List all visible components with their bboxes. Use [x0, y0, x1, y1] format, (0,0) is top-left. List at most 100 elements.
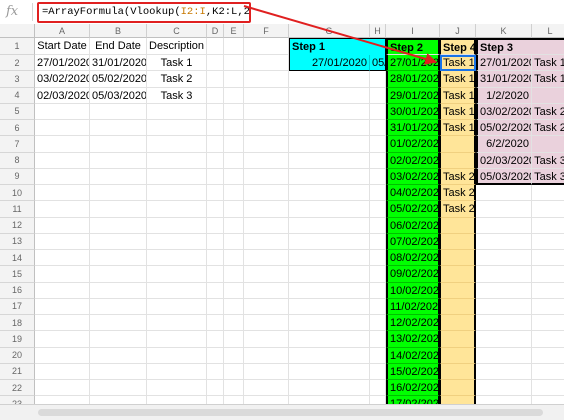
grid-cell[interactable] [90, 298, 147, 315]
row-header-18[interactable]: 18 [0, 315, 35, 332]
grid-cell[interactable] [532, 364, 564, 380]
step3-date[interactable]: 27/01/2020 [476, 55, 532, 72]
step4-result[interactable] [440, 331, 476, 348]
step3-task[interactable] [532, 136, 564, 153]
grid-cell[interactable] [224, 380, 244, 397]
grid-cell[interactable] [90, 315, 147, 332]
grid-cell[interactable] [476, 363, 532, 380]
row-header-17[interactable]: 17 [0, 298, 35, 315]
grid-cell[interactable] [532, 234, 564, 250]
row-header-20[interactable]: 20 [0, 347, 35, 364]
grid-cell[interactable] [35, 380, 90, 397]
input-end-date[interactable]: 31/01/2020 [90, 55, 147, 72]
grid-cell[interactable] [370, 266, 386, 283]
grid-cell[interactable] [207, 38, 224, 55]
step2-date[interactable]: 01/02/2020 [386, 136, 440, 153]
grid-cell[interactable] [244, 71, 289, 88]
column-header-c[interactable]: C [147, 24, 207, 38]
grid-cell[interactable] [224, 185, 244, 202]
column-header-i[interactable]: I [386, 24, 440, 38]
row-header-12[interactable]: 12 [0, 217, 35, 234]
grid-cell[interactable] [147, 250, 207, 267]
input-description[interactable]: Task 1 [147, 55, 207, 72]
grid-cell[interactable] [289, 87, 370, 104]
row-header-22[interactable]: 22 [0, 380, 35, 397]
grid-cell[interactable] [370, 298, 386, 315]
grid-cell[interactable] [147, 136, 207, 153]
select-all-corner[interactable] [0, 24, 35, 38]
grid-cell[interactable] [35, 298, 90, 315]
grid-cell[interactable] [207, 217, 224, 234]
grid-cell[interactable] [90, 168, 147, 185]
grid-cell[interactable] [224, 71, 244, 88]
grid-cell[interactable] [147, 331, 207, 348]
grid-cell[interactable] [370, 136, 386, 153]
column-header-h[interactable]: H [370, 24, 386, 38]
grid-cell[interactable] [147, 120, 207, 137]
grid-cell[interactable] [90, 233, 147, 250]
step2-date[interactable]: 29/01/2020 [386, 87, 440, 104]
row-header-7[interactable]: 7 [0, 136, 35, 153]
input-description[interactable]: Task 3 [147, 87, 207, 104]
grid-cell[interactable] [90, 347, 147, 364]
step1-title[interactable]: Step 1 [289, 38, 386, 55]
grid-cell[interactable] [289, 201, 370, 218]
step2-date[interactable]: 10/02/2020 [386, 282, 440, 299]
grid-cell[interactable] [147, 380, 207, 397]
grid-cell[interactable] [289, 282, 370, 299]
grid-cell[interactable] [207, 347, 224, 364]
grid-cell[interactable] [147, 217, 207, 234]
row-header-16[interactable]: 16 [0, 282, 35, 299]
grid-cell[interactable] [370, 217, 386, 234]
grid-cell[interactable] [370, 87, 386, 104]
grid-cell[interactable] [289, 315, 370, 332]
row-header-5[interactable]: 5 [0, 103, 35, 120]
grid-cell[interactable] [476, 250, 532, 267]
grid-cell[interactable] [476, 233, 532, 250]
grid-cell[interactable] [289, 168, 370, 185]
grid-cell[interactable] [244, 331, 289, 348]
grid-cell[interactable] [289, 331, 370, 348]
step2-date[interactable]: 09/02/2020 [386, 266, 440, 283]
step4-result[interactable]: Task 1 [440, 87, 476, 104]
grid-cell[interactable] [35, 217, 90, 234]
step3-task[interactable]: Task 3 [532, 152, 564, 169]
grid-cell[interactable] [244, 185, 289, 202]
grid-cell[interactable] [244, 152, 289, 169]
grid-cell[interactable] [532, 185, 564, 202]
grid-cell[interactable] [224, 201, 244, 218]
step4-result[interactable] [440, 315, 476, 332]
grid-cell[interactable] [35, 120, 90, 137]
grid-cell[interactable] [90, 363, 147, 380]
grid-cell[interactable] [289, 347, 370, 364]
formula-input[interactable]: =ArrayFormula(Vlookup(I2:I,K2:L,2,1)) [37, 2, 251, 23]
grid-cell[interactable] [90, 103, 147, 120]
grid-cell[interactable] [224, 38, 244, 55]
grid-cell[interactable] [289, 71, 370, 88]
grid-cell[interactable] [224, 250, 244, 267]
step3-task[interactable]: Task 2 [532, 103, 564, 120]
step4-result[interactable] [440, 217, 476, 234]
step3-date[interactable]: 05/03/2020 [476, 168, 532, 185]
grid-cell[interactable] [207, 331, 224, 348]
step3-task[interactable]: Task 1 [532, 71, 564, 88]
step1-start-date[interactable]: 27/01/2020 [289, 55, 370, 72]
header-cell[interactable]: Start Date [35, 38, 90, 55]
step4-result-selected[interactable]: Task 1 [440, 55, 476, 72]
step4-title[interactable]: Step 4 [440, 38, 476, 55]
grid-cell[interactable] [35, 103, 90, 120]
grid-cell[interactable] [147, 233, 207, 250]
grid-cell[interactable] [207, 298, 224, 315]
grid-cell[interactable] [370, 201, 386, 218]
grid-cell[interactable] [370, 103, 386, 120]
grid-cell[interactable] [289, 266, 370, 283]
step4-result[interactable] [440, 266, 476, 283]
column-header-f[interactable]: F [244, 24, 289, 38]
step3-date[interactable]: 02/03/2020 [476, 152, 532, 169]
grid-cell[interactable] [244, 363, 289, 380]
grid-cell[interactable] [35, 250, 90, 267]
grid-cell[interactable] [476, 380, 532, 397]
step2-date[interactable]: 12/02/2020 [386, 315, 440, 332]
row-header-11[interactable]: 11 [0, 201, 35, 218]
grid-cell[interactable] [35, 363, 90, 380]
